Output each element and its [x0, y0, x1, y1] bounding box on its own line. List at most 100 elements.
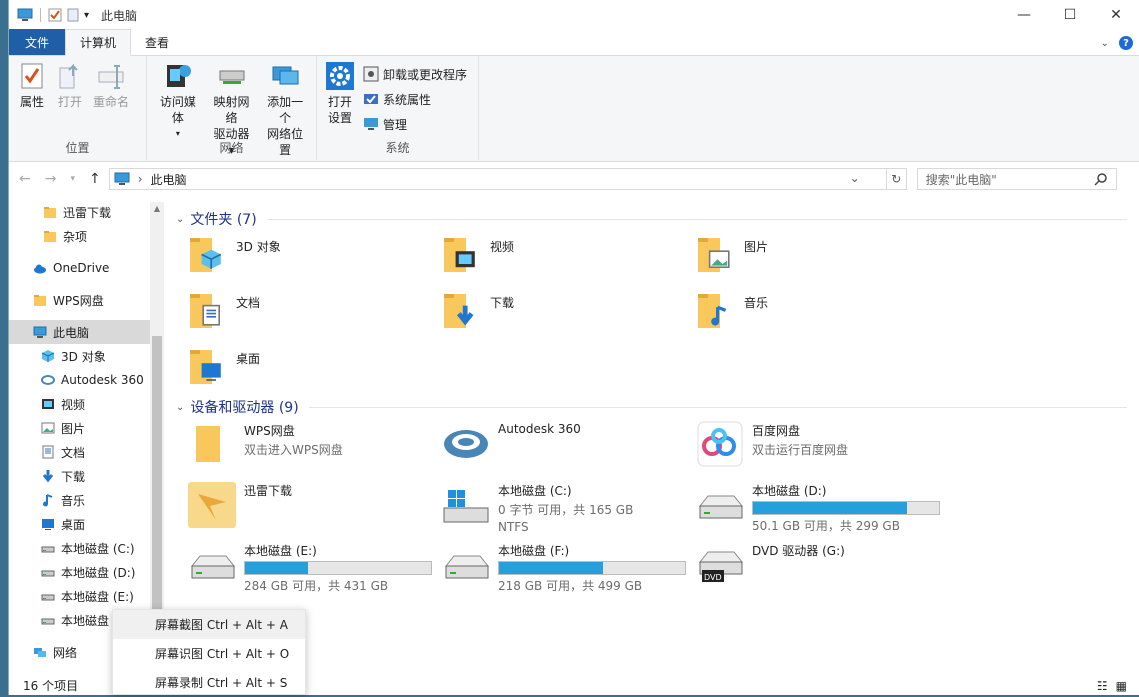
sidebar-item[interactable]: 本地磁盘 (C:)	[9, 536, 164, 560]
close-button[interactable]: ✕	[1093, 0, 1139, 30]
device-item[interactable]: 本地磁盘 (E:) 284 GB 可用，共 431 GB	[186, 540, 440, 598]
collapse-chevron-icon[interactable]: ⌄	[176, 402, 184, 413]
section-devices[interactable]: ⌄ 设备和驱动器 (9)	[176, 394, 1139, 420]
open-settings-label-1: 打开	[327, 95, 352, 109]
minimize-button[interactable]: —	[1001, 0, 1047, 30]
folder-item[interactable]: 文档	[186, 288, 440, 336]
folder-music-icon	[698, 294, 727, 328]
refresh-button[interactable]: ↻	[886, 168, 907, 190]
sidebar-scrollbar[interactable]: ▲	[150, 202, 164, 672]
device-item[interactable]: 迅雷下载	[186, 480, 440, 538]
device-subtitle: 284 GB 可用，共 431 GB	[244, 579, 389, 593]
baidu-netdisk-icon	[697, 421, 743, 467]
computer-icon[interactable]	[17, 8, 33, 22]
folder-item[interactable]: 音乐	[694, 288, 948, 336]
device-text: WPS网盘 双击进入WPS网盘	[244, 420, 343, 478]
tab-computer[interactable]: 计算机	[65, 29, 132, 56]
manage-icon	[364, 118, 378, 130]
new-folder-icon[interactable]	[66, 8, 80, 22]
drive-usage-bar	[244, 561, 432, 575]
folder-name: 文档	[236, 296, 261, 310]
sidebar-item[interactable]: 下载	[9, 464, 164, 488]
sidebar-item[interactable]: 本地磁盘 (D:)	[9, 560, 164, 584]
quick-access-dropdown-icon[interactable]: ▾	[84, 10, 89, 21]
device-subtitle: 50.1 GB 可用，共 299 GB	[752, 519, 900, 533]
sidebar-item[interactable]: 视频	[9, 392, 164, 416]
sidebar-item[interactable]: WPS网盘	[9, 288, 164, 312]
device-name: 迅雷下载	[244, 484, 293, 498]
device-item[interactable]: WPS网盘 双击进入WPS网盘	[186, 420, 440, 478]
scroll-up-icon[interactable]: ▲	[150, 204, 164, 213]
title-bar: ▾ 此电脑 — ☐ ✕	[9, 0, 1139, 30]
address-bar[interactable]: › 此电脑 ⌄	[108, 168, 887, 190]
maximize-button[interactable]: ☐	[1047, 0, 1093, 30]
sidebar-item-label: 图片	[61, 421, 86, 436]
folder-item[interactable]: 视频	[440, 232, 694, 280]
drive-usage-fill	[499, 562, 604, 574]
system-properties-button[interactable]: 系统属性	[363, 89, 467, 109]
drive-usage-bar	[752, 501, 940, 515]
properties-check-icon[interactable]	[48, 8, 62, 22]
dvd-drive-icon: DVD	[698, 551, 744, 582]
menu-item-screen-recognition[interactable]: 屏幕识图 Ctrl + Alt + O	[113, 639, 305, 668]
file-view: ⌄ 文件夹 (7) 3D 对象 视频 图片文档 下载 音乐桌面 ⌄ 设备和驱动器 (9) W…	[164, 196, 1139, 675]
properties-icon	[21, 63, 43, 89]
device-item[interactable]: DVD DVD 驱动器 (G:)	[694, 540, 948, 598]
sidebar-item[interactable]: 本地磁盘 (E:)	[9, 584, 164, 608]
large-icons-view-icon[interactable]: ▦	[1116, 679, 1127, 693]
details-view-icon[interactable]: ☷	[1097, 679, 1108, 693]
sidebar-item[interactable]: Autodesk 360	[9, 368, 164, 392]
ribbon-expand-icon[interactable]: ⌄	[1101, 38, 1109, 49]
sidebar-item[interactable]: OneDrive	[9, 256, 164, 280]
breadcrumb-this-pc[interactable]: 此电脑	[151, 171, 187, 188]
sidebar-item[interactable]: 桌面	[9, 512, 164, 536]
tab-file[interactable]: 文件	[9, 29, 66, 55]
folder-item[interactable]: 桌面	[186, 344, 440, 392]
manage-button[interactable]: 管理	[363, 114, 467, 134]
forward-arrow-icon[interactable]: →	[45, 171, 57, 187]
group-label-network: 网络	[219, 141, 244, 155]
sidebar-item[interactable]: 此电脑	[9, 320, 164, 344]
back-arrow-icon[interactable]: ←	[19, 171, 31, 187]
sidebar-item[interactable]: 3D 对象	[9, 344, 164, 368]
help-icon[interactable]: ?	[1119, 36, 1133, 50]
folder-item[interactable]: 图片	[694, 232, 948, 280]
device-subtitle: 218 GB 可用，共 499 GB	[498, 579, 643, 593]
sidebar-item[interactable]: 图片	[9, 416, 164, 440]
device-item[interactable]: 本地磁盘 (C:) 0 字节 可用，共 165 GB NTFS	[440, 480, 694, 538]
menu-item-screen-recording[interactable]: 屏幕录制 Ctrl + Alt + S	[113, 668, 305, 697]
folder-name: 音乐	[744, 296, 769, 310]
uninstall-program-button[interactable]: 卸载或更改程序	[363, 64, 467, 84]
device-subtitle: 双击运行百度网盘	[752, 443, 849, 457]
collapse-chevron-icon[interactable]: ⌄	[176, 214, 184, 225]
settings-gear-icon	[326, 62, 354, 90]
folder-video-icon	[444, 238, 475, 272]
breadcrumb-chevron-icon[interactable]: ›	[138, 172, 143, 186]
device-name: Autodesk 360	[498, 422, 581, 436]
recent-dropdown-icon[interactable]: ▾	[70, 174, 75, 184]
folder-document-icon	[190, 294, 221, 328]
section-folders[interactable]: ⌄ 文件夹 (7)	[176, 206, 1139, 232]
device-text: 百度网盘 双击运行百度网盘	[752, 420, 848, 478]
folder-item[interactable]: 3D 对象	[186, 232, 440, 280]
device-item[interactable]: 本地磁盘 (D:) 50.1 GB 可用，共 299 GB	[694, 480, 948, 538]
svg-text:DVD: DVD	[704, 573, 722, 582]
sidebar-item[interactable]: 文档	[9, 440, 164, 464]
sidebar-item[interactable]: 迅雷下载	[9, 200, 164, 224]
device-item[interactable]: 本地磁盘 (F:) 218 GB 可用，共 499 GB	[440, 540, 694, 598]
address-dropdown-icon[interactable]: ⌄	[850, 171, 860, 185]
device-icon-wrap	[694, 480, 746, 530]
drive-usage-bar	[498, 561, 686, 575]
device-item[interactable]: 百度网盘 双击运行百度网盘	[694, 420, 948, 478]
sidebar-item[interactable]: 音乐	[9, 488, 164, 512]
music-icon	[43, 494, 53, 507]
picture-icon	[41, 422, 55, 434]
tab-view[interactable]: 查看	[131, 29, 183, 55]
sidebar-item[interactable]: 杂项	[9, 224, 164, 248]
explorer-window: ▾ 此电脑 — ☐ ✕ 文件 计算机 查看 ⌄ ? 属性 打开 重命名 位置 访…	[8, 0, 1139, 695]
device-item[interactable]: Autodesk 360	[440, 420, 694, 478]
folder-item[interactable]: 下载	[440, 288, 694, 336]
menu-item-screenshot[interactable]: 屏幕截图 Ctrl + Alt + A	[113, 610, 305, 639]
up-arrow-icon[interactable]: ↑	[89, 171, 101, 187]
search-input[interactable]: 搜索"此电脑"	[916, 168, 1117, 190]
